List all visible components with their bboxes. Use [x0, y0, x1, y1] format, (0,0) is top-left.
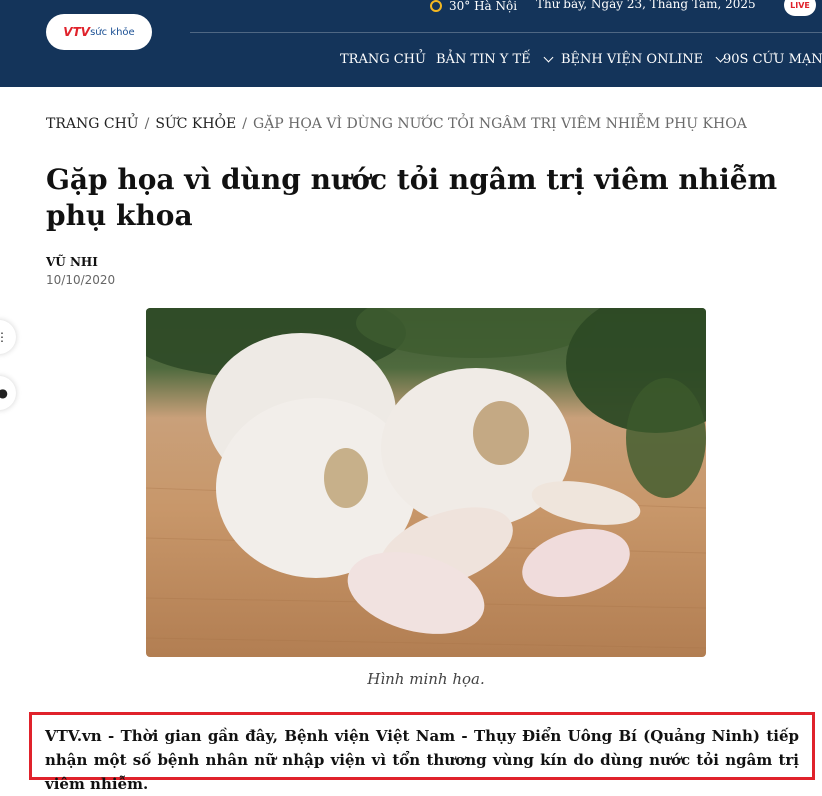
nav-item-benh-vien-online[interactable]: BỆNH VIỆN ONLINE — [561, 50, 726, 68]
logo-suckhoe: sức khỏe — [90, 26, 135, 38]
site-logo[interactable]: VTV sức khỏe — [46, 14, 152, 50]
breadcrumb-category[interactable]: SỨC KHỎE — [155, 116, 236, 132]
breadcrumb: TRANG CHỦ / SỨC KHỎE / GẶP HỌA VÌ DÙNG N… — [46, 116, 747, 132]
weather: 30° Hà Nội — [430, 0, 517, 15]
nav-item-trang-chu[interactable]: TRANG CHỦ — [340, 50, 426, 68]
sun-icon — [430, 0, 442, 12]
header-date: Thứ bảy, Ngày 23, Tháng Tám, 2025 — [536, 0, 756, 11]
article-date: 10/10/2020 — [46, 273, 116, 287]
article-sapo: VTV.vn - Thời gian gần đây, Bệnh viện Vi… — [29, 712, 815, 793]
header-divider — [190, 32, 822, 33]
chevron-down-icon — [543, 52, 554, 62]
nav-item-90s-cuu-mang[interactable]: 90S CỨU MẠNG — [723, 50, 822, 68]
breadcrumb-separator: / — [242, 116, 247, 132]
site-header: VTV sức khỏe 30° Hà Nội Thứ bảy, Ngày 23… — [0, 0, 822, 87]
nav-label: TRANG CHỦ — [340, 51, 426, 67]
article-author[interactable]: VŨ NHI — [46, 255, 98, 269]
garlic-illustration — [146, 308, 706, 649]
article-title: Gặp họa vì dùng nước tỏi ngâm trị viêm n… — [46, 163, 778, 232]
breadcrumb-current: GẶP HỌA VÌ DÙNG NƯỚC TỎI NGÂM TRỊ VIÊM N… — [252, 116, 747, 132]
article-image — [146, 308, 706, 657]
share-icon: ⋮ — [0, 330, 8, 344]
live-icon[interactable]: LIVE — [784, 0, 816, 16]
breadcrumb-home[interactable]: TRANG CHỦ — [46, 116, 139, 132]
nav-label: BỆNH VIỆN ONLINE — [561, 51, 704, 67]
nav-label: 90S CỨU MẠNG — [723, 51, 822, 67]
logo-vtv: VTV — [63, 25, 91, 39]
image-caption: Hình minh họa. — [367, 670, 485, 688]
link-button[interactable]: ● — [0, 376, 16, 410]
nav-item-ban-tin-y-te[interactable]: BẢN TIN Y TẾ — [436, 50, 554, 68]
share-button[interactable]: ⋮ — [0, 320, 16, 354]
link-icon: ● — [0, 386, 8, 400]
nav-label: BẢN TIN Y TẾ — [436, 51, 531, 67]
weather-text: 30° Hà Nội — [449, 0, 518, 13]
breadcrumb-separator: / — [144, 116, 150, 132]
